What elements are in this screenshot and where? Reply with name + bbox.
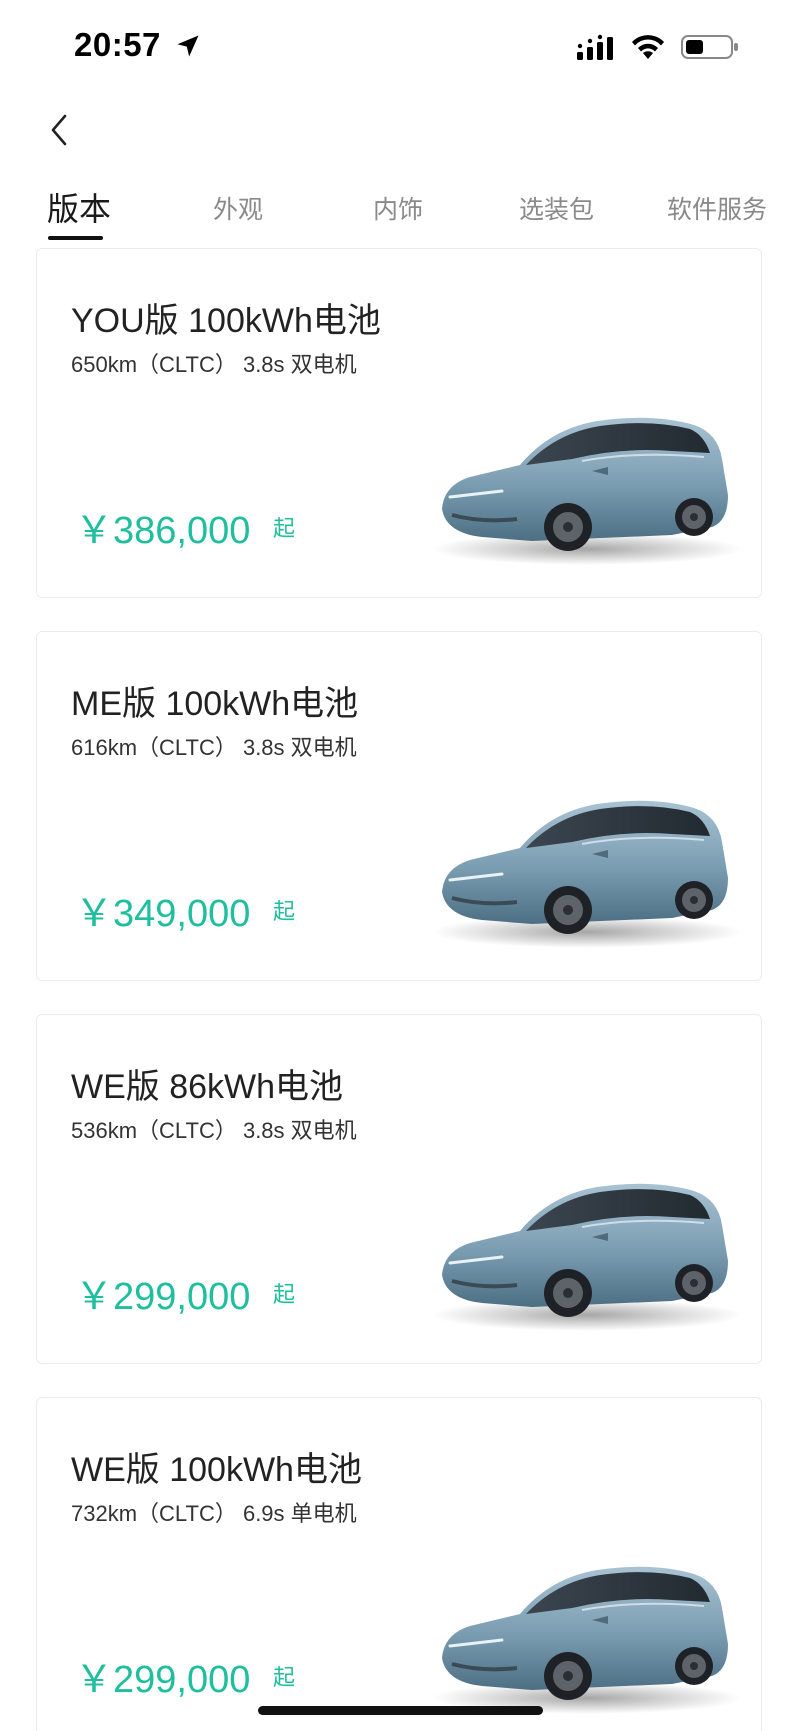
back-button[interactable] [40,108,80,152]
location-arrow-icon [177,35,199,57]
tab-version[interactable]: 版本 [47,184,111,230]
version-spec: 732km（CLTC） 6.9s 单电机 [71,1501,357,1526]
version-spec: 616km（CLTC） 3.8s 双电机 [71,735,357,760]
cellular-signal-icon [577,34,613,60]
home-indicator[interactable] [258,1706,543,1715]
tab-option-packages[interactable]: 选装包 [519,190,594,226]
version-spec: 536km（CLTC） 3.8s 双电机 [71,1118,357,1143]
version-title: YOU版 100kWh电池 [71,302,381,340]
battery-icon [681,35,738,59]
price-suffix: 起 [273,899,296,924]
version-card[interactable]: WE版 86kWh电池 536km（CLTC） 3.8s 双电机 ￥299,00… [36,1014,762,1364]
price-suffix: 起 [273,516,296,541]
car-image [430,1564,742,1716]
car-image [430,415,742,567]
version-price: ￥349,000 [75,893,251,935]
car-image [430,798,742,950]
price-suffix: 起 [273,1665,296,1690]
version-card[interactable]: YOU版 100kWh电池 650km（CLTC） 3.8s 双电机 ￥386,… [36,248,762,598]
version-title: ME版 100kWh电池 [71,685,359,723]
status-time: 20:57 [74,26,161,63]
version-price: ￥386,000 [75,510,251,552]
tab-software-services[interactable]: 软件服务 [667,190,767,226]
version-card[interactable]: WE版 100kWh电池 732km（CLTC） 6.9s 单电机 ￥299,0… [36,1397,762,1731]
price-suffix: 起 [273,1282,296,1307]
version-title: WE版 100kWh电池 [71,1451,362,1489]
status-bar: 20:57 [0,0,800,95]
active-tab-indicator [48,236,103,240]
version-card[interactable]: ME版 100kWh电池 616km（CLTC） 3.8s 双电机 ￥349,0… [36,631,762,981]
version-price: ￥299,000 [75,1276,251,1318]
tab-interior[interactable]: 内饰 [373,190,423,226]
version-price: ￥299,000 [75,1659,251,1701]
version-spec: 650km（CLTC） 3.8s 双电机 [71,352,357,377]
tab-bar: 版本 外观 内饰 选装包 软件服务 [0,180,800,240]
tab-exterior[interactable]: 外观 [213,190,263,226]
wifi-icon [632,35,664,59]
car-image [430,1181,742,1333]
version-title: WE版 86kWh电池 [71,1068,344,1106]
